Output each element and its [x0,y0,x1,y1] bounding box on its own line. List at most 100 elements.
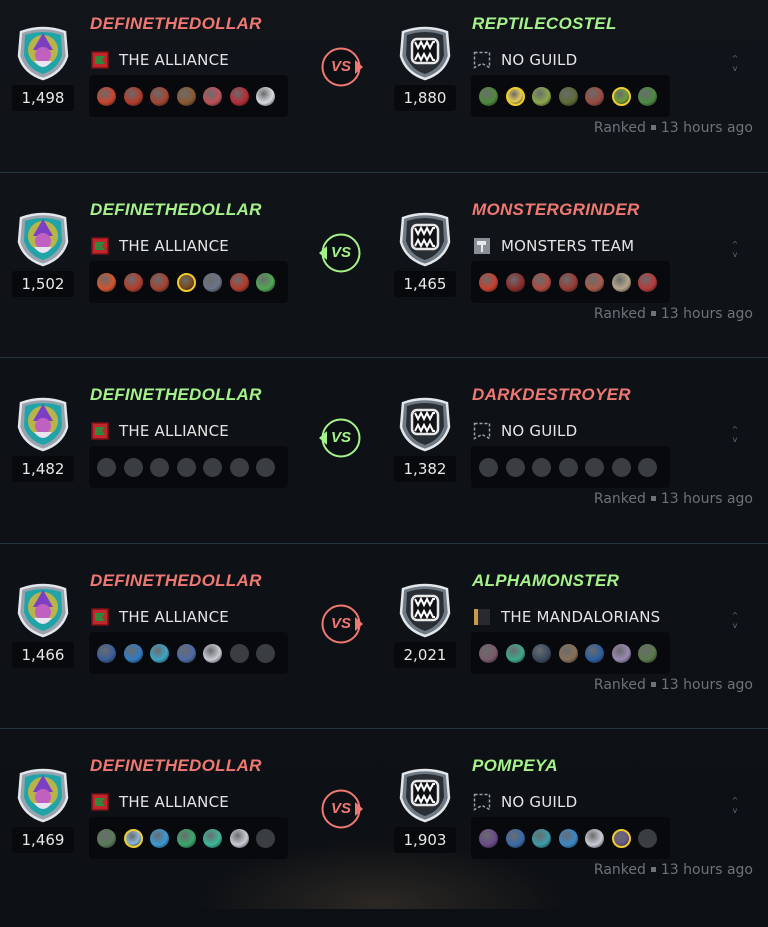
player-name[interactable]: DEFINETHEDOLLAR [90,14,262,34]
player-right: 1,465 MONSTERGRINDER MONSTERS TEAM [394,186,694,316]
monster-card[interactable] [479,86,498,106]
guild-info[interactable]: THE ALLIANCE [90,789,229,815]
battle-row[interactable]: 1,498 DEFINETHEDOLLAR THE ALLIANCE VS 1,… [0,0,768,185]
guild-info[interactable]: THE MANDALORIANS [472,604,660,630]
monster-card[interactable] [203,643,222,663]
monster-card[interactable] [479,643,498,663]
monster-card[interactable] [256,272,275,292]
monster-card[interactable] [150,643,169,663]
monster-card[interactable] [505,86,525,106]
monster-card[interactable] [123,643,143,663]
monster-card[interactable] [203,86,222,106]
monster-avatar-icon[interactable] [396,209,454,267]
monster-card[interactable] [479,828,498,848]
guild-info[interactable]: THE ALLIANCE [90,47,229,73]
expand-toggle[interactable]: ^ v [729,54,741,80]
battle-mode: Ranked [593,677,646,693]
wizard-avatar-icon[interactable] [14,394,72,452]
battle-row[interactable]: 1,466 DEFINETHEDOLLAR THE ALLIANCE VS 2,… [0,557,768,742]
monster-card[interactable] [558,272,578,292]
monster-card[interactable] [505,643,525,663]
battle-row[interactable]: 1,482 DEFINETHEDOLLAR THE ALLIANCE VS 1,… [0,371,768,556]
monster-card[interactable] [97,643,116,663]
monster-card[interactable] [97,828,116,848]
monster-card[interactable] [585,643,604,663]
monster-card[interactable] [585,272,604,292]
mandalorian-banner-icon [474,609,490,625]
player-name[interactable]: MONSTERGRINDER [472,200,640,220]
monster-card[interactable] [229,86,249,106]
player-name[interactable]: DEFINETHEDOLLAR [90,385,262,405]
monster-card[interactable] [638,643,657,663]
player-name[interactable]: DEFINETHEDOLLAR [90,200,262,220]
monster-card[interactable] [176,272,196,292]
monster-card[interactable] [123,86,143,106]
monster-card[interactable] [203,828,222,848]
player-name[interactable]: ALPHAMONSTER [472,571,619,591]
monster-card[interactable] [150,272,169,292]
monster-card[interactable] [558,643,578,663]
guild-info[interactable]: NO GUILD [472,789,577,815]
guild-info[interactable]: THE ALLIANCE [90,233,229,259]
team-cards [89,446,288,488]
monster-card[interactable] [229,272,249,292]
monster-card[interactable] [97,86,116,106]
wizard-avatar-icon[interactable] [14,209,72,267]
wizard-avatar-icon[interactable] [14,765,72,823]
monster-card[interactable] [638,86,657,106]
monster-card[interactable] [150,828,169,848]
player-name[interactable]: REPTILECOSTEL [472,14,617,34]
monster-card[interactable] [585,86,604,106]
expand-toggle[interactable]: ^ v [729,796,741,822]
guild-info[interactable]: THE ALLIANCE [90,604,229,630]
expand-toggle[interactable]: ^ v [729,240,741,266]
monster-card[interactable] [505,828,525,848]
guild-info[interactable]: NO GUILD [472,418,577,444]
monster-avatar-icon[interactable] [396,394,454,452]
wizard-avatar-icon[interactable] [14,580,72,638]
monster-card[interactable] [558,828,578,848]
monster-avatar-icon[interactable] [396,580,454,638]
guild-name: THE MANDALORIANS [501,608,661,626]
battle-row[interactable]: 1,469 DEFINETHEDOLLAR THE ALLIANCE VS 1,… [0,742,768,927]
monster-card[interactable] [229,828,249,848]
empty-card-slot [256,457,275,477]
guild-info[interactable]: MONSTERS TEAM [472,233,634,259]
monster-card[interactable] [97,272,116,292]
monster-card[interactable] [176,643,196,663]
monster-avatar-icon[interactable] [396,765,454,823]
monster-card[interactable] [256,86,275,106]
player-name[interactable]: POMPEYA [472,756,558,776]
chevron-down-icon: v [732,621,738,630]
wizard-avatar-icon[interactable] [14,23,72,81]
guild-info[interactable]: THE ALLIANCE [90,418,229,444]
monster-card[interactable] [532,272,551,292]
guild-info[interactable]: NO GUILD [472,47,577,73]
monster-card[interactable] [585,828,604,848]
monster-card[interactable] [176,828,196,848]
player-name[interactable]: DARKDESTROYER [472,385,631,405]
monster-card[interactable] [611,86,631,106]
monster-card[interactable] [558,86,578,106]
monster-card[interactable] [611,643,631,663]
expand-toggle[interactable]: ^ v [729,611,741,637]
monster-card[interactable] [611,828,631,848]
monster-card[interactable] [505,272,525,292]
monster-card[interactable] [123,828,143,848]
monster-card[interactable] [203,272,222,292]
alliance-banner-icon [91,237,109,255]
monster-card[interactable] [532,828,551,848]
battle-row[interactable]: 1,502 DEFINETHEDOLLAR THE ALLIANCE VS 1,… [0,186,768,371]
player-name[interactable]: DEFINETHEDOLLAR [90,756,262,776]
monster-card[interactable] [479,272,498,292]
monster-card[interactable] [532,86,551,106]
expand-toggle[interactable]: ^ v [729,425,741,451]
monster-card[interactable] [638,272,657,292]
monster-card[interactable] [123,272,143,292]
player-name[interactable]: DEFINETHEDOLLAR [90,571,262,591]
monster-card[interactable] [150,86,169,106]
monster-avatar-icon[interactable] [396,23,454,81]
monster-card[interactable] [176,86,196,106]
monster-card[interactable] [611,272,631,292]
monster-card[interactable] [532,643,551,663]
